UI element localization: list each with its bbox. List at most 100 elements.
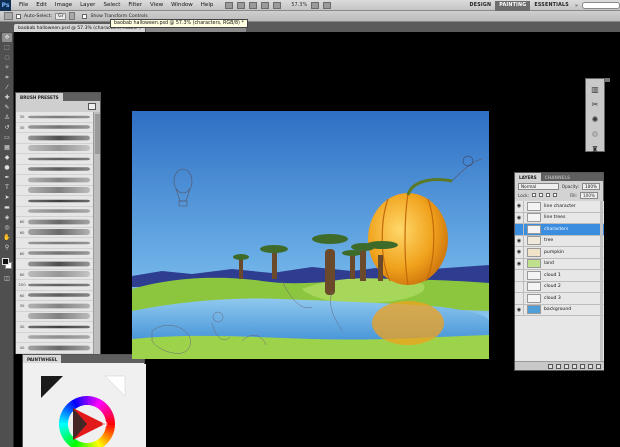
brush-preset[interactable] — [16, 154, 95, 165]
crop-tool-icon[interactable]: ⌗ — [2, 73, 12, 82]
quick-mask-icon[interactable]: ◫ — [2, 274, 12, 283]
brush-preset[interactable] — [16, 186, 95, 196]
document-canvas[interactable] — [132, 111, 489, 359]
bridge-icon[interactable] — [225, 1, 234, 9]
brush-preset[interactable] — [16, 333, 95, 343]
layer-row[interactable]: ◉ line character — [515, 200, 604, 213]
lasso-tool-icon[interactable]: ◌ — [2, 53, 12, 62]
arrange-documents-icon[interactable] — [311, 1, 320, 9]
visibility-eye-icon[interactable] — [515, 223, 524, 235]
pen-tool-icon[interactable]: ✒ — [2, 173, 12, 182]
eraser-tool-icon[interactable]: ▭ — [2, 133, 12, 142]
cs-live-search-field[interactable] — [582, 2, 620, 9]
visibility-eye-icon[interactable] — [515, 269, 524, 281]
tool-preset-picker[interactable] — [4, 12, 13, 20]
brush-preset[interactable]: 250 — [16, 280, 95, 291]
visibility-eye-icon[interactable]: ◉ — [515, 258, 524, 270]
visibility-eye-icon[interactable]: ◉ — [515, 304, 524, 316]
lock-transparent-icon[interactable] — [531, 193, 536, 197]
layer-row[interactable]: ◉ tree — [515, 235, 604, 247]
brush-preset[interactable]: 40 — [16, 322, 95, 333]
link-layers-icon[interactable] — [548, 363, 553, 369]
layer-row[interactable]: characters — [515, 223, 604, 236]
lock-pixels-icon[interactable] — [538, 193, 543, 197]
brush-preset[interactable] — [16, 312, 95, 322]
visibility-eye-icon[interactable] — [515, 281, 524, 293]
blend-mode-select[interactable]: Normal — [518, 182, 559, 190]
3d-rotate-tool-icon[interactable]: ◈ — [2, 213, 12, 222]
rotate-view-icon[interactable] — [273, 1, 282, 9]
layer-list-scrollbar[interactable] — [600, 201, 603, 362]
mini-bridge-icon[interactable] — [237, 1, 246, 9]
layer-row[interactable]: cloud 3 — [515, 292, 604, 305]
type-tool-icon[interactable]: T — [2, 183, 12, 192]
shape-tool-icon[interactable]: ▬ — [2, 203, 12, 212]
brush-preset[interactable]: 60 — [16, 217, 95, 228]
brush-preset[interactable] — [16, 133, 95, 144]
brush-preset[interactable]: 60 — [16, 291, 95, 301]
fill-field[interactable]: 100% — [579, 191, 598, 199]
menu-file[interactable]: File — [15, 2, 32, 8]
adjustment-layer-icon[interactable] — [572, 363, 577, 369]
align-icon[interactable] — [69, 12, 76, 20]
visibility-eye-icon[interactable]: ◉ — [515, 235, 524, 247]
brush-panel-icon[interactable]: ✂ — [589, 99, 601, 109]
brush-presets-scrollbar[interactable] — [93, 112, 100, 354]
3d-camera-tool-icon[interactable]: ◎ — [2, 223, 12, 232]
brush-preset[interactable] — [16, 196, 95, 207]
layer-row[interactable]: ◉ line trees — [515, 212, 604, 224]
visibility-eye-icon[interactable]: ◉ — [515, 200, 524, 212]
new-layer-icon[interactable] — [588, 363, 593, 369]
layer-row[interactable]: ◉ pumpkin — [515, 246, 604, 259]
toggle-brush-panel-icon[interactable] — [88, 102, 96, 110]
brush-preset[interactable]: 30 — [16, 301, 95, 312]
adjustments-panel-icon[interactable]: ♲ — [589, 129, 601, 139]
brush-tool-icon[interactable]: ✎ — [2, 103, 12, 112]
lock-all-icon[interactable] — [552, 193, 557, 197]
menu-help[interactable]: Help — [197, 2, 218, 8]
layer-row[interactable]: ◉ land — [515, 258, 604, 270]
history-brush-tool-icon[interactable]: ↺ — [2, 123, 12, 132]
more-workspaces-button[interactable]: » — [575, 3, 578, 9]
path-selection-tool-icon[interactable]: ➤ — [2, 193, 12, 202]
hand-tool-icon[interactable]: ✋ — [2, 233, 12, 242]
brush-preset[interactable]: 60 — [16, 228, 95, 238]
show-transform-checkbox[interactable] — [82, 13, 88, 19]
clone-stamp-tool-icon[interactable]: ♙ — [2, 113, 12, 122]
visibility-eye-icon[interactable]: ◉ — [515, 246, 524, 258]
marquee-tool-icon[interactable]: ⬚ — [2, 43, 12, 52]
menu-window[interactable]: Window — [167, 2, 197, 8]
visibility-eye-icon[interactable]: ◉ — [515, 212, 524, 224]
auto-select-dropdown[interactable]: Gr — [55, 12, 67, 20]
brush-preset[interactable] — [16, 165, 95, 175]
brush-preset[interactable] — [16, 259, 95, 270]
layer-row[interactable]: cloud 1 — [515, 269, 604, 282]
menu-edit[interactable]: Edit — [32, 2, 51, 8]
auto-select-checkbox[interactable] — [16, 13, 21, 19]
healing-brush-tool-icon[interactable]: ✚ — [2, 93, 12, 102]
histogram-panel-icon[interactable]: ▥ — [589, 84, 601, 94]
zoom-level[interactable]: 57.3% — [291, 2, 307, 8]
layer-style-icon[interactable] — [556, 363, 561, 369]
new-group-icon[interactable] — [580, 363, 585, 369]
screen-mode-icon[interactable] — [323, 1, 332, 9]
paint-wheel-tab[interactable]: PAINTWHEEL — [23, 355, 62, 363]
gradient-tool-icon[interactable]: ▦ — [2, 143, 12, 152]
menu-layer[interactable]: Layer — [76, 2, 99, 8]
menu-image[interactable]: Image — [51, 2, 76, 8]
channels-tab[interactable]: CHANNELS — [541, 173, 574, 181]
layers-tab[interactable]: LAYERS — [515, 173, 541, 181]
foreground-color-swatch[interactable] — [2, 258, 9, 265]
dodge-tool-icon[interactable]: ● — [2, 163, 12, 172]
brush-presets-list[interactable]: 30 30 60 60 60 60 250 60 30 40 40 — [16, 112, 95, 354]
zoom-tool-icon[interactable]: ⚲ — [2, 243, 12, 252]
menu-filter[interactable]: Filter — [124, 2, 146, 8]
visibility-eye-icon[interactable] — [515, 292, 524, 304]
brush-preset[interactable]: 40 — [16, 343, 95, 354]
layer-row[interactable]: cloud 2 — [515, 281, 604, 293]
brush-preset[interactable]: 60 — [16, 270, 95, 280]
brush-presets-scroll-thumb[interactable] — [95, 114, 100, 154]
menu-view[interactable]: View — [146, 2, 167, 8]
workspace-design[interactable]: DESIGN — [466, 1, 496, 11]
workspace-painting[interactable]: PAINTING — [495, 0, 531, 11]
